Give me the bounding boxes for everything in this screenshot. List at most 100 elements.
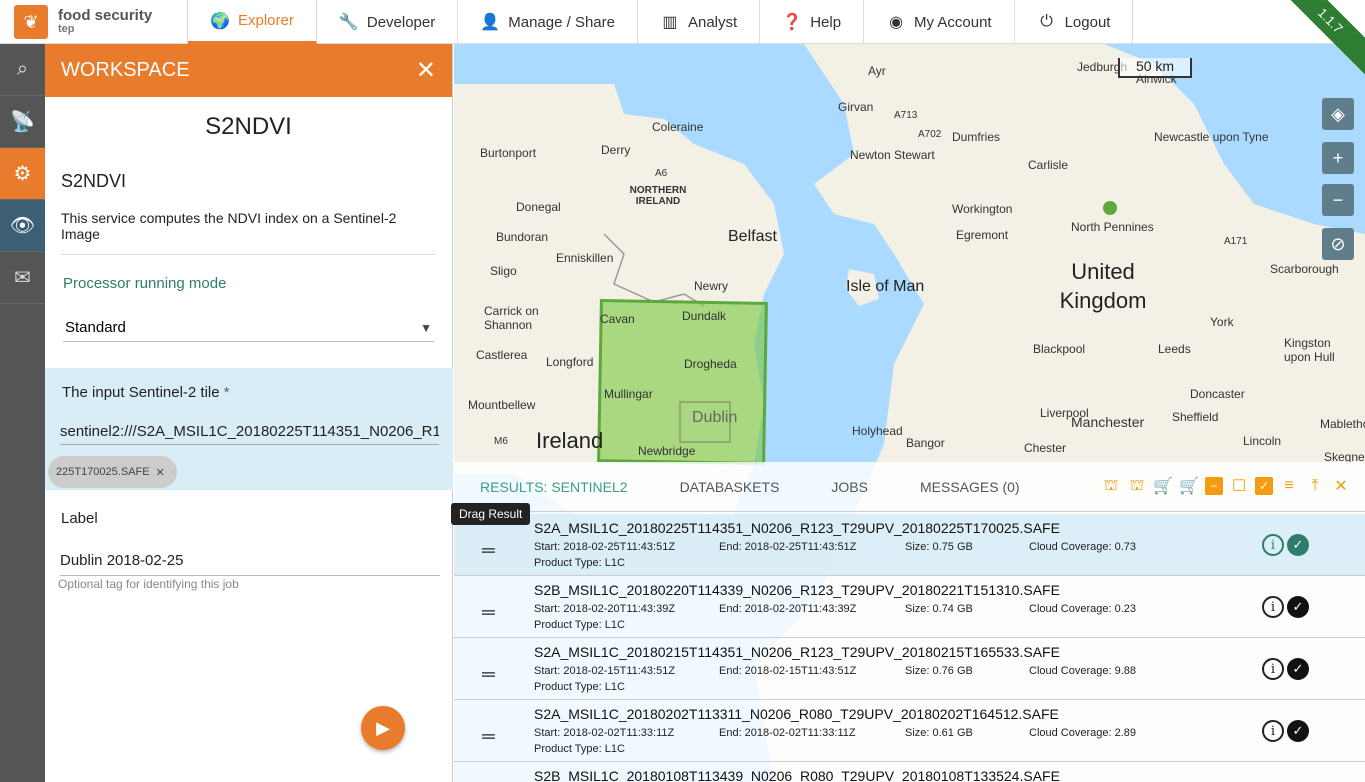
help-icon: ❓ xyxy=(782,14,803,31)
messages-icon[interactable]: ✉ xyxy=(0,252,45,304)
result-row[interactable]: ═ S2A_MSIL1C_20180215T114351_N0206_R123_… xyxy=(454,638,1365,700)
map-label: A713 xyxy=(894,110,918,121)
map-label: Chester xyxy=(1024,441,1067,455)
satellite-icon[interactable]: 📡 xyxy=(0,96,45,148)
expand-up-icon[interactable]: ⤒ xyxy=(1305,476,1325,496)
drag-handle-icon[interactable]: ═ xyxy=(482,726,495,747)
basket-icon[interactable]: ⛫ xyxy=(1127,476,1147,496)
map-label: Newton Stewart xyxy=(850,148,935,162)
map-label: Mullingar xyxy=(604,387,653,401)
nav-my-account-label: My Account xyxy=(914,13,992,31)
zoom-out-icon[interactable]: − xyxy=(1322,184,1354,216)
result-row[interactable]: S2B_MSIL1C_20180108T113439_N0206_R080_T2… xyxy=(454,762,1365,782)
input-tile-block: The input Sentinel-2 tile * sentinel2://… xyxy=(45,368,453,490)
result-row[interactable]: ═ S2A_MSIL1C_20180225T114351_N0206_R123_… xyxy=(454,514,1365,576)
result-row[interactable]: ═ S2A_MSIL1C_20180202T113311_N0206_R080_… xyxy=(454,700,1365,762)
layers-icon[interactable]: ◈ xyxy=(1322,98,1354,130)
result-name: S2A_MSIL1C_20180202T113311_N0206_R080_T2… xyxy=(534,706,1059,722)
result-cloud: Cloud Coverage: 9.88 xyxy=(1029,665,1137,677)
map-label: United Kingdom xyxy=(1059,259,1147,313)
brand-line2: tep xyxy=(58,23,75,36)
result-end: End: 2018-02-20T11:43:39Z xyxy=(719,603,857,615)
nav-manage-share[interactable]: 👤 Manage / Share xyxy=(458,0,638,44)
service-description: This service computes the NDVI index on … xyxy=(61,210,436,256)
check-icon[interactable]: ✓ xyxy=(1287,534,1309,556)
eye-icon[interactable]: 👁 xyxy=(0,200,45,252)
wheat-icon: ❦ xyxy=(14,5,48,39)
check-icon[interactable]: ✓ xyxy=(1287,596,1309,618)
mode-select[interactable]: Standard ▼ xyxy=(63,314,434,343)
input-tile-field[interactable]: sentinel2:///S2A_MSIL1C_20180225T114351_… xyxy=(60,423,439,445)
map-label: Mablethorpe xyxy=(1320,417,1365,431)
select-all-icon[interactable]: ✓ xyxy=(1255,477,1273,495)
tab-results[interactable]: RESULTS: SENTINEL2 xyxy=(480,479,628,495)
map-label: A6 xyxy=(655,168,668,179)
nav-explorer[interactable]: 🌍 Explorer xyxy=(188,0,317,44)
nav-help[interactable]: ❓ Help xyxy=(760,0,865,44)
cart-icon[interactable]: 🛒 xyxy=(1153,476,1173,496)
select-none-icon[interactable]: ☐ xyxy=(1229,476,1249,496)
search-icon[interactable]: ⌕ xyxy=(0,44,45,96)
result-cloud: Cloud Coverage: 2.89 xyxy=(1029,727,1137,739)
result-name: S2B_MSIL1C_20180108T113439_N0206_R080_T2… xyxy=(534,768,1060,782)
map-label: Leeds xyxy=(1158,342,1191,356)
map-label: Burtonport xyxy=(480,146,537,160)
required-marker: * xyxy=(223,384,230,401)
info-icon[interactable]: i xyxy=(1262,534,1284,556)
drag-handle-icon[interactable]: ═ xyxy=(482,664,495,685)
map-label: Cavan xyxy=(600,312,635,326)
left-toolbar: ⌕ 📡 ⚙ 👁 ✉ xyxy=(0,44,45,782)
check-icon[interactable]: ✓ xyxy=(1287,720,1309,742)
result-size: Size: 0.74 GB xyxy=(905,603,973,615)
drag-handle-icon[interactable]: ═ xyxy=(482,602,495,623)
map-label: Workington xyxy=(952,202,1013,216)
chip-close-icon[interactable]: ✕ xyxy=(156,466,165,479)
workspace-panel: WORKSPACE ✕ S2NDVI S2NDVI This service c… xyxy=(45,44,453,782)
info-icon[interactable]: i xyxy=(1262,720,1284,742)
brand-line1: food security xyxy=(58,7,153,25)
result-cloud: Cloud Coverage: 0.23 xyxy=(1029,603,1137,615)
tab-messages[interactable]: MESSAGES (0) xyxy=(920,479,1020,495)
result-size: Size: 0.61 GB xyxy=(905,727,973,739)
service-name: S2NDVI xyxy=(61,171,127,191)
result-product-type: Product Type: L1C xyxy=(534,743,625,755)
info-icon[interactable]: i xyxy=(1262,658,1284,680)
close-icon[interactable]: ✕ xyxy=(416,56,436,85)
map-label: Castlerea xyxy=(476,348,528,362)
cart-add-icon[interactable]: 🛒 xyxy=(1179,476,1199,496)
result-name: S2A_MSIL1C_20180225T114351_N0206_R123_T2… xyxy=(534,520,1060,536)
job-label-field[interactable]: Dublin 2018-02-25 xyxy=(60,552,440,576)
close-icon[interactable]: ✕ xyxy=(1331,476,1351,496)
run-button[interactable]: ▶ xyxy=(361,706,405,750)
nav-developer[interactable]: 🔧 Developer xyxy=(317,0,459,44)
map-label: Coleraine xyxy=(652,120,704,134)
input-tile-label-text: The input Sentinel-2 tile xyxy=(62,384,220,401)
deselect-icon[interactable]: − xyxy=(1205,477,1223,495)
workspace-header-title: WORKSPACE xyxy=(61,59,190,81)
check-icon[interactable]: ✓ xyxy=(1287,658,1309,680)
info-icon[interactable]: i xyxy=(1262,596,1284,618)
nav-my-account[interactable]: ◉ My Account xyxy=(864,0,1015,44)
nav-logout[interactable]: ⏻ Logout xyxy=(1015,0,1134,44)
zoom-in-icon[interactable]: + xyxy=(1322,142,1354,174)
basket-add-icon[interactable]: ⛫ xyxy=(1101,476,1121,496)
nav-analyst[interactable]: ▥ Analyst xyxy=(638,0,761,44)
tab-databaskets[interactable]: DATABASKETS xyxy=(680,479,780,495)
app-logo[interactable]: ❦ food security tep xyxy=(0,0,188,44)
account-icon: ◉ xyxy=(889,14,904,31)
tab-jobs[interactable]: JOBS xyxy=(831,479,868,495)
results-panel: RESULTS: SENTINEL2 DATABASKETS JOBS MESS… xyxy=(454,462,1365,782)
layers-off-icon[interactable]: ⊘ xyxy=(1322,228,1354,260)
input-tile-chip[interactable]: 225T170025.SAFE ✕ xyxy=(48,456,177,488)
map-label: Carlisle xyxy=(1028,158,1069,172)
map-label: Ireland xyxy=(536,428,604,453)
services-icon[interactable]: ⚙ xyxy=(0,148,45,200)
result-row[interactable]: ═ S2B_MSIL1C_20180220T114339_N0206_R123_… xyxy=(454,576,1365,638)
sort-icon[interactable]: ≡ xyxy=(1279,476,1299,496)
play-icon: ▶ xyxy=(376,717,390,738)
result-start: Start: 2018-02-25T11:43:51Z xyxy=(534,541,676,553)
result-end: End: 2018-02-25T11:43:51Z xyxy=(719,541,857,553)
drag-handle-icon[interactable]: ═ xyxy=(482,540,495,561)
map-label: Newry xyxy=(694,279,729,293)
nav-manage-share-label: Manage / Share xyxy=(508,13,615,31)
